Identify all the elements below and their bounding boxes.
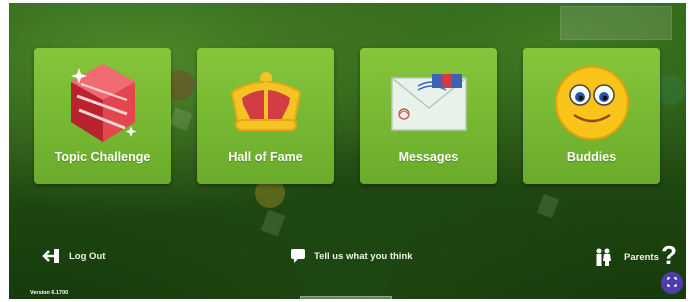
envelope-icon <box>360 58 497 148</box>
topic-challenge-label: Topic Challenge <box>54 150 151 164</box>
feedback-button[interactable]: Tell us what you think <box>290 248 413 264</box>
smiley-face-icon <box>523 58 660 148</box>
frame-border <box>0 0 9 302</box>
log-out-label: Log Out <box>69 250 106 262</box>
parents-button[interactable]: Parents <box>594 248 659 266</box>
background-tile <box>260 209 286 237</box>
hall-of-fame-label: Hall of Fame <box>228 150 303 164</box>
crown-icon <box>197 58 334 148</box>
messages-card[interactable]: Messages <box>360 48 497 184</box>
speech-bubble-icon <box>290 248 306 264</box>
buddies-label: Buddies <box>566 150 617 164</box>
version-label: Version 6.1700 <box>30 290 69 296</box>
ruby-gem-icon <box>34 58 171 148</box>
parents-icon <box>594 248 616 266</box>
logout-icon <box>41 248 61 264</box>
help-button[interactable]: ? <box>661 240 677 271</box>
frame-border <box>0 0 691 3</box>
feedback-label: Tell us what you think <box>314 250 413 262</box>
parents-label: Parents <box>624 251 659 263</box>
background-tile <box>560 6 672 40</box>
hall-of-fame-card[interactable]: Hall of Fame <box>197 48 334 184</box>
buddies-card[interactable]: Buddies <box>523 48 660 184</box>
background-tile <box>169 107 193 131</box>
messages-label: Messages <box>398 150 459 164</box>
topic-challenge-card[interactable]: Topic Challenge <box>34 48 171 184</box>
log-out-button[interactable]: Log Out <box>41 248 105 264</box>
expand-icon <box>667 274 677 292</box>
accessibility-button[interactable] <box>661 272 683 294</box>
home-screen: Topic Challenge Hall of Fame Messages Bu… <box>0 0 691 302</box>
background-tile <box>537 193 559 219</box>
frame-border <box>686 0 691 302</box>
